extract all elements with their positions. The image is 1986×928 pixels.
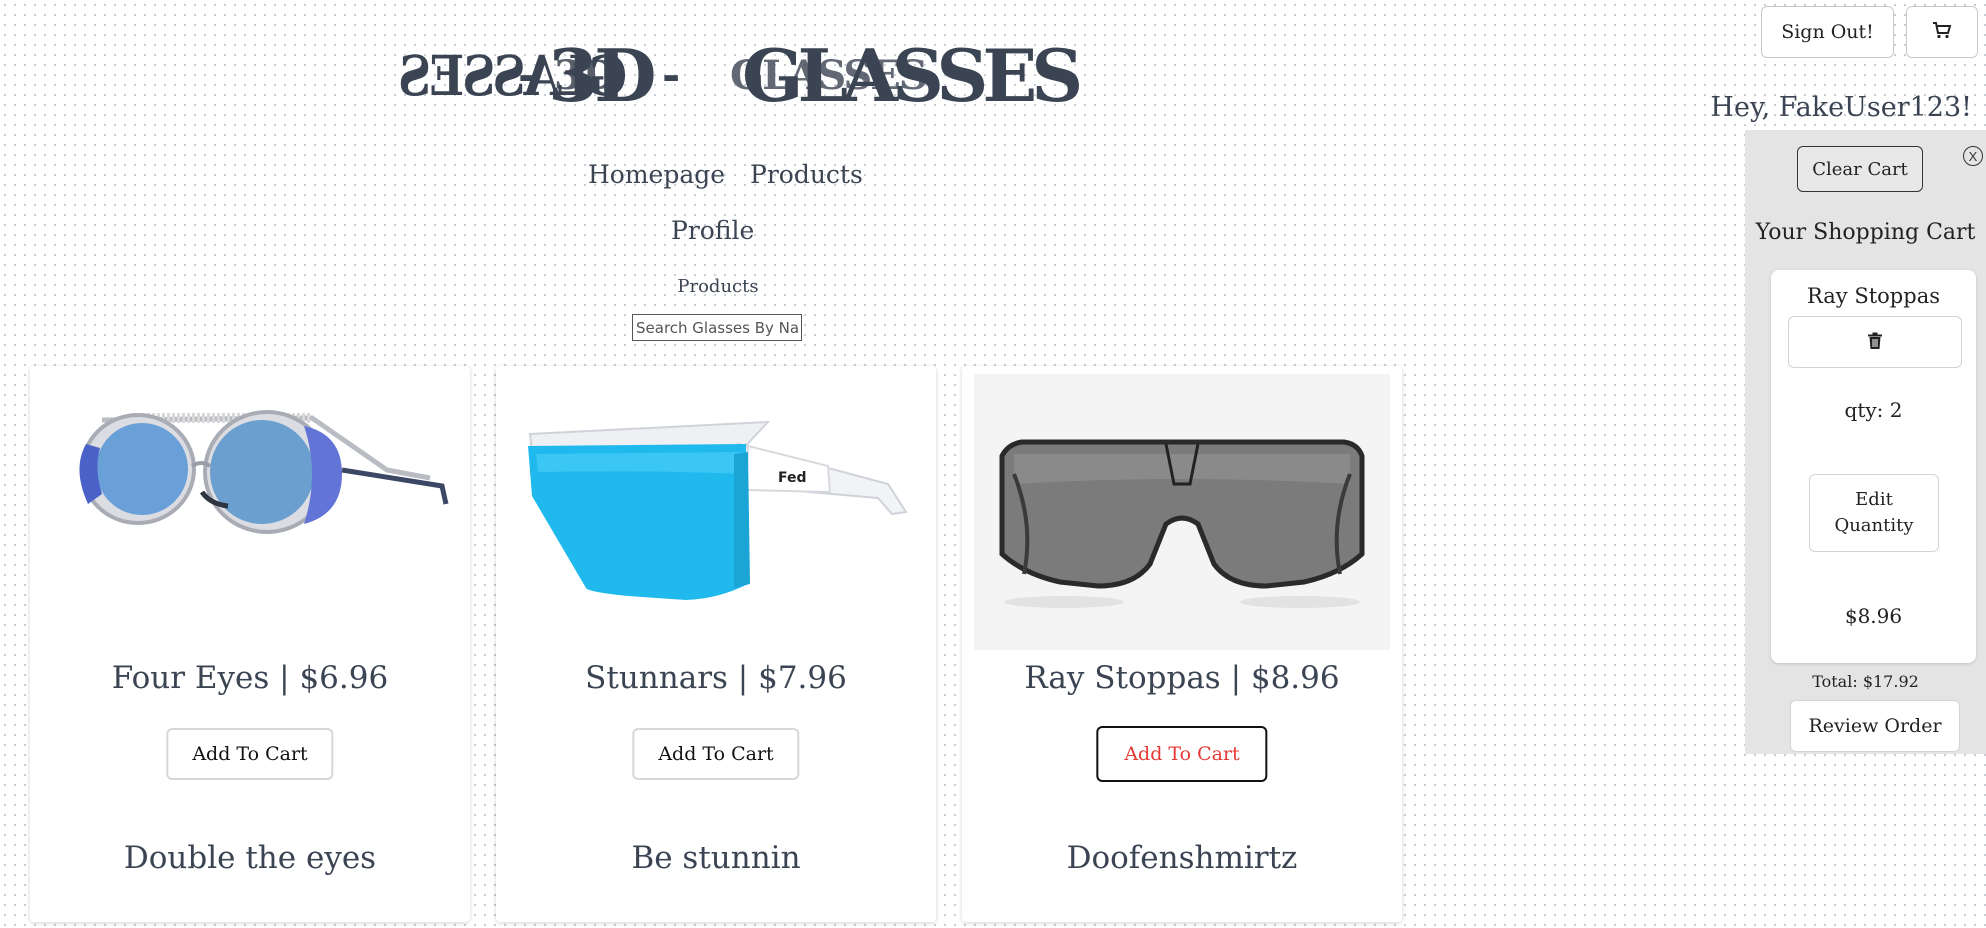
edit-quantity-button[interactable]: Edit Quantity: [1809, 474, 1939, 552]
product-image: [42, 374, 458, 650]
add-to-cart-button[interactable]: Add To Cart: [632, 728, 800, 780]
logo-dash: -: [662, 50, 681, 101]
cart-title: Your Shopping Cart: [1755, 220, 1976, 245]
product-title: Stunnars | $7.96: [585, 660, 847, 696]
cart-item-quantity: qty: 2: [1844, 398, 1903, 422]
user-greeting: Hey, FakeUser123!: [1710, 92, 1972, 123]
search-input[interactable]: [632, 314, 802, 341]
cart-total: Total: $17.92: [1812, 672, 1919, 691]
review-order-button[interactable]: Review Order: [1790, 700, 1960, 752]
product-description: Doofenshmirtz: [1066, 840, 1298, 876]
close-cart-button[interactable]: X: [1963, 146, 1983, 166]
site-logo: GLASSES - 3D 3D - GLASSES GLASSES: [400, 33, 1083, 118]
nav-homepage-link[interactable]: Homepage: [588, 160, 725, 189]
trash-icon: [1868, 332, 1882, 349]
product-description: Be stunnin: [631, 840, 801, 876]
logo-3d: 3D: [548, 33, 657, 118]
products-heading: Products: [677, 276, 759, 297]
clear-cart-button[interactable]: Clear Cart: [1797, 146, 1923, 192]
nav-products-link[interactable]: Products: [750, 160, 863, 189]
logo-glasses: GLASSES: [742, 33, 1083, 118]
svg-text:Fed: Fed: [778, 470, 807, 486]
remove-item-button[interactable]: [1788, 316, 1962, 368]
logo-dash: -: [518, 50, 537, 101]
product-card: Ray Stoppas | $8.96 Add To Cart Doofensh…: [962, 366, 1402, 922]
nav-profile-link[interactable]: Profile: [671, 216, 754, 245]
product-card: Fed Stunnars | $7.96 Add To Cart Be stun…: [496, 366, 936, 922]
cart-item-price: $8.96: [1844, 604, 1903, 628]
gray-shield-sunglasses-icon: [974, 374, 1390, 650]
round-steampunk-sunglasses-icon: [79, 410, 449, 534]
cart-item: Ray Stoppas qty: 2 Edit Quantity $8.96: [1771, 270, 1976, 663]
add-to-cart-button[interactable]: Add To Cart: [166, 728, 334, 780]
blue-shield-sunglasses-icon: Fed: [528, 420, 908, 600]
product-image: [974, 374, 1390, 650]
sign-out-button[interactable]: Sign Out!: [1761, 6, 1894, 58]
add-to-cart-button[interactable]: Add To Cart: [1096, 726, 1268, 782]
product-title: Ray Stoppas | $8.96: [1024, 660, 1340, 696]
cart-toggle-button[interactable]: [1906, 6, 1978, 58]
product-image: Fed: [508, 374, 924, 650]
product-card: Four Eyes | $6.96 Add To Cart Double the…: [30, 366, 470, 922]
product-title: Four Eyes | $6.96: [111, 660, 389, 696]
shopping-cart-icon: [1933, 21, 1952, 38]
cart-item-name: Ray Stoppas: [1806, 284, 1940, 308]
shopping-cart-panel: Clear Cart X Your Shopping Cart Ray Stop…: [1745, 130, 1986, 754]
product-description: Double the eyes: [123, 840, 377, 876]
